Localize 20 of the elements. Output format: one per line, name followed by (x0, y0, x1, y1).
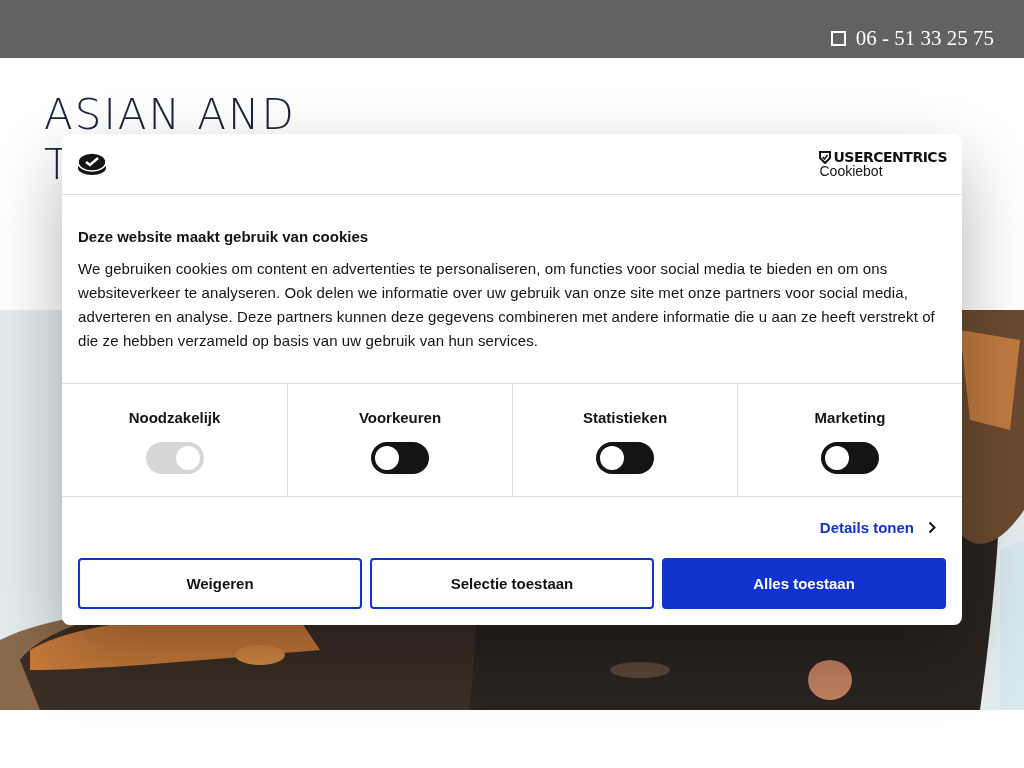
category-label: Statistieken (582, 409, 668, 426)
choice-button[interactable]: Weigeren (78, 558, 362, 609)
phone-number: 06 - 51 33 25 75 (855, 25, 994, 51)
cookie-icon (77, 152, 107, 176)
details-link[interactable]: Details tonen (819, 519, 914, 536)
dialog-title: Deze website maakt gebruik van cookies (78, 228, 369, 245)
category-label: Marketing (814, 409, 886, 426)
dialog-text: We gebruiken cookies om content en advertenties te personaliseren, om functies voor social media te bieden en om ons websiteverkeer te analyseren. Ook delen we informatie over uw gebruik van onze site met onze partners voor social media, adverteren en analyse. Deze partners kunnen deze gegevens combineren met andere informatie die u aan ze heeft verstrekt of die ze hebben verzameld op basis van uw gebruik van hun services. (78, 259, 936, 351)
phone-icon (830, 30, 846, 46)
brand-logo: USERCENTRICS (819, 150, 947, 164)
toggle-switch[interactable] (596, 442, 654, 474)
toggle-switch[interactable] (821, 442, 879, 474)
choice-button[interactable]: Selectie toestaan (370, 558, 654, 609)
category-label: Noodzakelijk (128, 409, 221, 426)
toggle-switch[interactable] (371, 442, 429, 474)
accept-all-button[interactable]: Alles toestaan (662, 558, 946, 609)
logo-text: ASIAN AND (44, 90, 296, 140)
category-label: Voorkeuren (358, 409, 442, 426)
chevron-right-icon (928, 521, 936, 534)
brand-subtitle: Cookiebot (819, 164, 883, 178)
